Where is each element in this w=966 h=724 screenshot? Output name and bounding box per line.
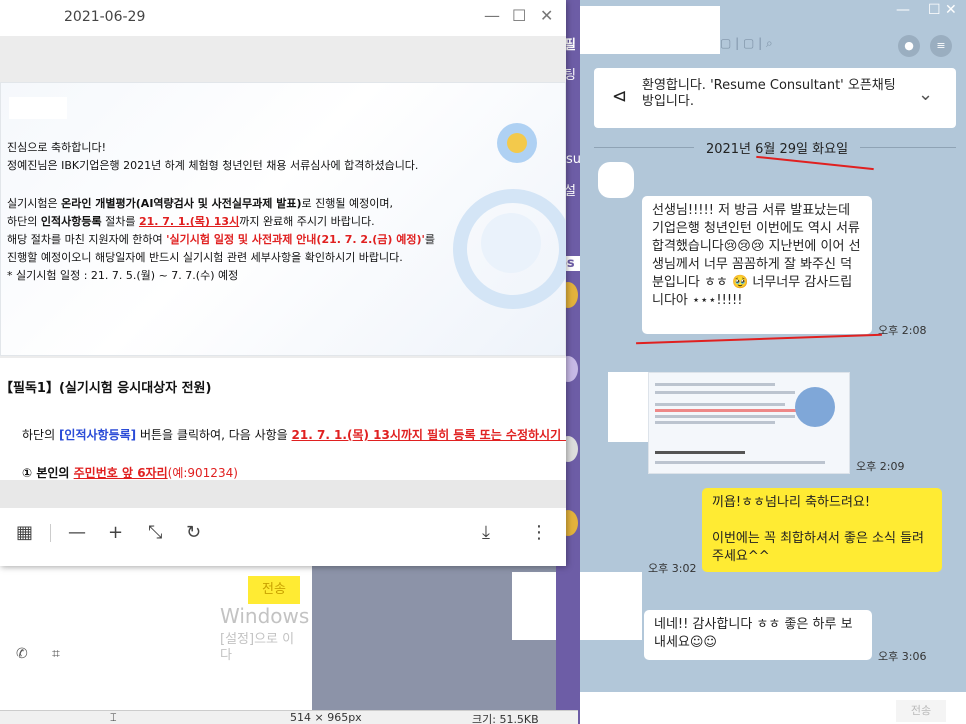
avatar[interactable] <box>598 162 634 198</box>
chat-window: ▢ | ▢ | ⌕ — ☐ ✕ ● ≡ ⊲ 환영합니다. 'Resume Con… <box>512 0 966 724</box>
message-time: 오후 2:09 <box>856 460 905 473</box>
doc-line: 진심으로 축하합니다! <box>7 141 106 154</box>
cursor-icon: ⌶ <box>110 711 117 724</box>
send-button[interactable]: 전송 <box>896 700 946 722</box>
doc-section-title: 【필독1】(실기시험 응시대상자 전원) <box>0 381 212 396</box>
image-message-thumbnail[interactable] <box>648 372 850 474</box>
document-image: 진심으로 축하합니다! 정예진님은 IBK기업은행 2021년 하계 체험형 청… <box>0 82 566 356</box>
more-options-icon[interactable]: ⋮ <box>530 522 548 543</box>
bell-icon[interactable]: ● <box>898 35 920 57</box>
message-bubble[interactable]: 선생님!!!!! 저 방금 서류 발표났는데 기업은행 청년인턴 이번에도 역시… <box>642 196 872 334</box>
viewer-titlebar: 2021-06-29 — ☐ ✕ <box>0 0 566 36</box>
zoom-in-icon[interactable]: + <box>108 522 123 543</box>
windows-activation-watermark: Windows <box>220 604 310 628</box>
dimension-label: 514 × 965px <box>290 711 362 724</box>
doc-line: 정예진님은 IBK기업은행 2021년 하계 체험형 청년인턴 채용 서류심사에… <box>7 159 419 172</box>
message-time: 오후 3:06 <box>878 650 927 663</box>
minimize-icon[interactable]: — <box>484 6 500 25</box>
doc-line: 하단의 인적사항등록 절차를 21. 7. 1.(목) 13시까지 완료해 주시… <box>7 215 375 228</box>
fit-screen-icon[interactable]: ⤡ <box>148 522 162 543</box>
doc-line: ① 본인의 주민번호 앞 6자리(예:901234) <box>22 466 238 480</box>
megaphone-icon: ⊲ <box>612 86 628 107</box>
chat-header-icons[interactable]: ▢ | ▢ | ⌕ <box>720 36 773 51</box>
viewer-toolbar: ▦ — + ⤡ ↻ ⤓ ⋮ <box>0 480 566 566</box>
send-button[interactable]: 전송 <box>248 576 300 604</box>
close-icon[interactable]: ☐ ✕ <box>928 2 957 18</box>
chevron-down-icon[interactable]: ⌄ <box>918 84 933 105</box>
close-icon[interactable]: ✕ <box>540 6 553 25</box>
chat-titlebar: ▢ | ▢ | ⌕ — ☐ ✕ ● ≡ <box>578 0 966 62</box>
image-viewer-statusbar: ⌶ 514 × 965px 크기: 51.5KB <box>0 710 578 724</box>
minimize-icon[interactable]: — <box>896 2 910 18</box>
doc-line: 실기시험은 온라인 개별평가(AI역량검사 및 사전실무과제 발표)로 진행될 … <box>7 197 393 210</box>
filesize-label: 크기: 51.5KB <box>472 713 539 724</box>
viewer-image-area[interactable]: 진심으로 축하합니다! 정예진님은 IBK기업은행 2021년 하계 체험형 청… <box>0 36 566 480</box>
doc-line: 하단의 [인적사항등록] 버튼을 클릭하여, 다음 사항을 21. 7. 1.(… <box>22 428 566 442</box>
phone-icon[interactable]: ✆ <box>16 646 28 662</box>
toolbar-separator-band <box>0 480 566 508</box>
download-icon[interactable]: ⤓ <box>482 522 490 543</box>
thumbnail-grid-icon[interactable]: ▦ <box>16 522 33 543</box>
windows-activation-subtext: [설정]으로 이 다 <box>220 632 295 663</box>
doc-line: * 실기시험 일정 : 21. 7. 5.(월) ~ 7. 7.(수) 예정 <box>7 269 239 282</box>
date-divider: 2021년 6월 29일 화요일 <box>594 136 956 158</box>
image-viewer-window: 2021-06-29 — ☐ ✕ 진심으로 축하합니다! 정예진님은 IBK기업… <box>0 0 566 566</box>
background-chat-input[interactable]: 전송 Windows [설정]으로 이 다 ✆ ⌗ <box>0 560 312 710</box>
chat-input-area[interactable]: 전송 <box>578 692 966 724</box>
date-label: 2021년 6월 29일 화요일 <box>705 142 849 157</box>
document-image-lower: 【필독1】(실기시험 응시대상자 전원) 하단의 [인적사항등록] 버튼을 클릭… <box>0 358 566 480</box>
menu-icon[interactable]: ≡ <box>930 35 952 57</box>
message-time: 오후 2:08 <box>878 324 927 337</box>
zoom-out-icon[interactable]: — <box>68 522 86 543</box>
message-time: 오후 3:02 <box>648 562 697 575</box>
chat-room-header <box>580 6 720 54</box>
capture-icon[interactable]: ⌗ <box>52 646 60 662</box>
viewer-title: 2021-06-29 <box>64 9 146 25</box>
redacted-logo <box>9 97 67 119</box>
maximize-icon[interactable]: ☐ <box>512 6 526 25</box>
notice-banner[interactable]: ⊲ 환영합니다. 'Resume Consultant' 오픈채팅방입니다. ⌄ <box>594 68 956 128</box>
my-message-bubble[interactable]: 끼욥!ㅎㅎ넘나리 축하드려요! 이번에는 꼭 최합하셔서 좋은 소식 들려주세요… <box>702 488 942 572</box>
rotate-icon[interactable]: ↻ <box>186 522 201 543</box>
doc-line: 진행할 예정이오니 해당일자에 반드시 실기시험 관련 세부사항을 확인하시기 … <box>7 251 403 264</box>
doc-line: 해당 절차를 마친 지원자에 한하여 '실기시험 일정 및 사전과제 안내(21… <box>7 233 436 246</box>
message-bubble[interactable]: 네네!! 감사합니다 ㅎㅎ 좋은 하루 보내세요☺☺ <box>644 610 872 660</box>
notice-text: 환영합니다. 'Resume Consultant' 오픈채팅방입니다. <box>642 78 896 109</box>
